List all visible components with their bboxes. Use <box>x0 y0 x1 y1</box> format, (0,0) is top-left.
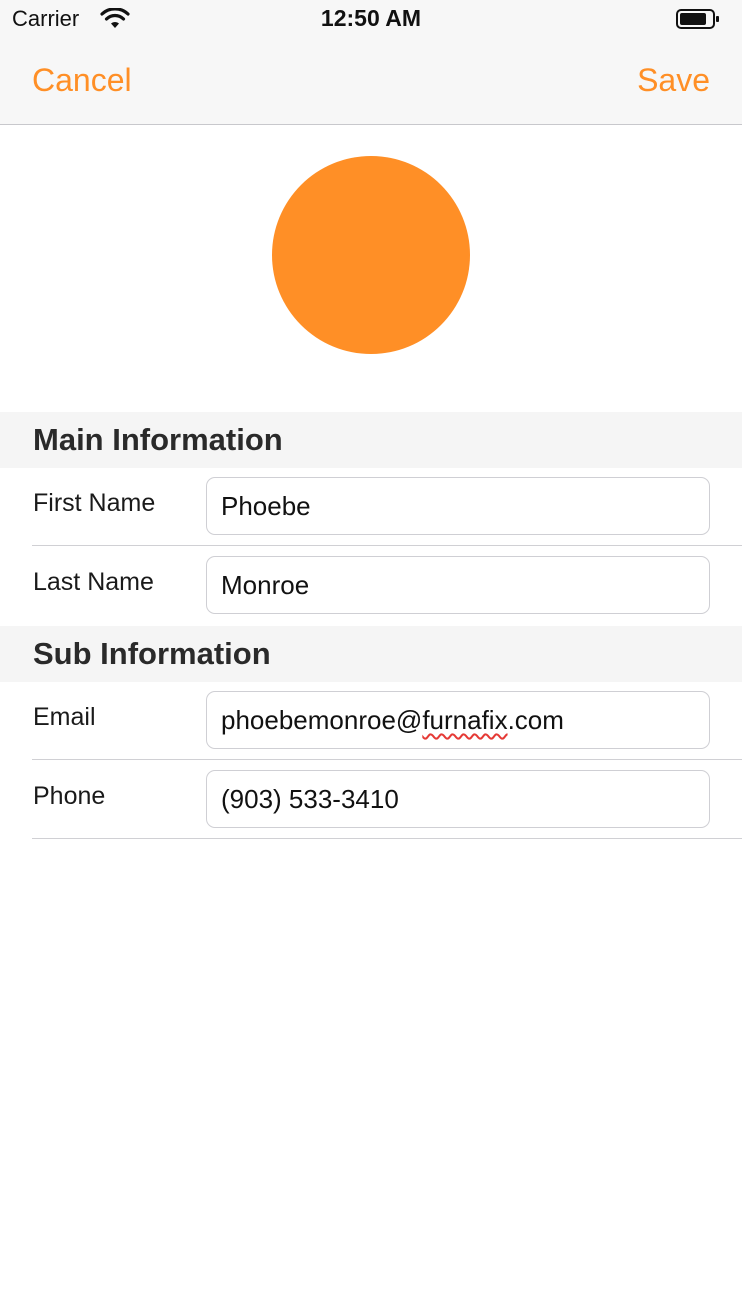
status-time: 12:50 AM <box>320 5 422 31</box>
email-label: Email <box>33 703 96 731</box>
phone-field[interactable]: (903) 533-3410 <box>206 770 710 828</box>
form-row-first-name: First Name Phoebe <box>0 467 742 546</box>
status-bar: Carrier 12:50 AM <box>0 0 742 40</box>
avatar[interactable] <box>272 156 470 354</box>
email-field[interactable]: phoebemonroe@furnafix.com <box>206 691 710 749</box>
row-divider <box>32 838 742 839</box>
last-name-label: Last Name <box>33 568 154 596</box>
email-value-suffix: .com <box>507 705 564 735</box>
section-title: Main Information <box>33 422 283 457</box>
battery-icon <box>676 9 719 29</box>
first-name-label: First Name <box>33 489 156 517</box>
form-row-email: Email phoebemonroe@furnafix.com <box>0 681 742 760</box>
phone-label: Phone <box>33 782 106 810</box>
email-value-misspelled: furnafix <box>422 705 508 735</box>
navigation-bar: Cancel Save <box>0 40 742 125</box>
cancel-button[interactable]: Cancel <box>32 62 132 99</box>
form-row-phone: Phone (903) 533-3410 <box>0 760 742 839</box>
section-header-sub-information: Sub Information <box>0 626 742 682</box>
last-name-field[interactable]: Monroe <box>206 556 710 614</box>
save-button[interactable]: Save <box>637 62 710 99</box>
section-title: Sub Information <box>33 636 271 671</box>
email-value-prefix: phoebemonroe@ <box>221 705 423 735</box>
section-header-main-information: Main Information <box>0 412 742 468</box>
first-name-field[interactable]: Phoebe <box>206 477 710 535</box>
form-row-last-name: Last Name Monroe <box>0 546 742 625</box>
